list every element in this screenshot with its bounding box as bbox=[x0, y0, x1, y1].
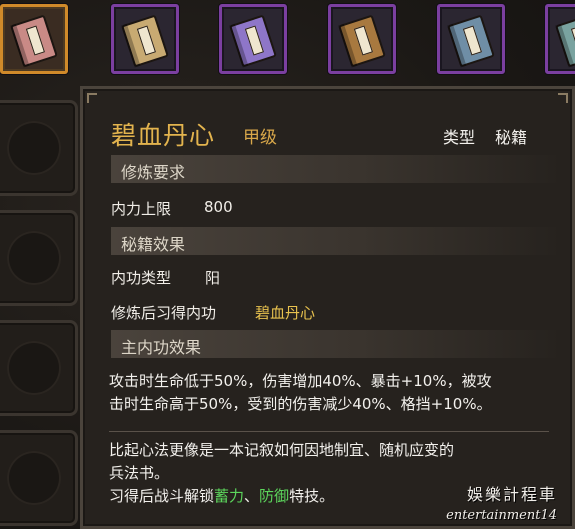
item-type-label: 类型 bbox=[443, 128, 476, 147]
empty-slot-circle bbox=[7, 451, 61, 505]
skill-charge: 蓄力 bbox=[214, 487, 245, 505]
item-title: 碧血丹心 bbox=[111, 121, 216, 150]
watermark-chinese: 娛樂計程車 bbox=[466, 485, 557, 504]
empty-slot-circle bbox=[7, 121, 61, 175]
kungfu-type-value: 阳 bbox=[205, 269, 221, 287]
skill-slot-2[interactable] bbox=[0, 210, 78, 306]
skill-defend: 防御 bbox=[259, 487, 290, 505]
corner-ornament bbox=[558, 93, 568, 103]
item-type-value: 秘籍 bbox=[495, 128, 528, 147]
kungfu-type-label: 内功类型 bbox=[111, 269, 172, 287]
description-line-3: 习得后战斗解锁蓄力、防御特技。 bbox=[109, 485, 334, 506]
inventory-slot-6[interactable] bbox=[545, 4, 575, 74]
item-grade: 甲级 bbox=[243, 128, 277, 148]
brown-manual-book-icon bbox=[338, 14, 386, 68]
blue-manual-book-icon bbox=[447, 14, 495, 68]
skill-slot-3[interactable] bbox=[0, 320, 78, 416]
tan-manual-book-icon bbox=[121, 14, 169, 68]
section-header-main-effect: 主内功效果 bbox=[111, 330, 563, 358]
inventory-slot-5[interactable] bbox=[437, 4, 505, 74]
section-title: 主内功效果 bbox=[121, 338, 202, 357]
description-prefix: 习得后战斗解锁 bbox=[109, 487, 215, 505]
watermark-english: entertainment14 bbox=[446, 508, 557, 523]
requirement-value: 800 bbox=[204, 198, 233, 216]
empty-slot-circle bbox=[7, 231, 61, 285]
skill-slot-1[interactable] bbox=[0, 100, 78, 196]
purple-manual-book-icon bbox=[229, 14, 277, 68]
section-title: 修炼要求 bbox=[121, 163, 186, 182]
description-separator: 、 bbox=[244, 487, 260, 505]
section-header-requirement: 修炼要求 bbox=[111, 155, 563, 183]
divider bbox=[109, 431, 549, 432]
empty-slot-circle bbox=[7, 341, 61, 395]
item-tooltip: 碧血丹心 甲级 类型 秘籍 修炼要求 内力上限 800 秘籍效果 内功类型 阳 … bbox=[80, 86, 575, 529]
description-line-2: 兵法书。 bbox=[109, 464, 170, 482]
description-suffix: 特技。 bbox=[289, 487, 335, 505]
learn-kungfu-value: 碧血丹心 bbox=[255, 304, 316, 322]
inventory-slot-2[interactable] bbox=[111, 4, 179, 74]
teal-manual-book-icon bbox=[555, 14, 575, 68]
inventory-slot-1[interactable] bbox=[0, 4, 68, 74]
section-title: 秘籍效果 bbox=[121, 235, 186, 254]
section-header-manual-effect: 秘籍效果 bbox=[111, 227, 563, 255]
pink-manual-book-icon bbox=[10, 14, 58, 68]
description-line-1: 比起心法更像是一本记叙如何因地制宜、随机应变的 bbox=[109, 441, 455, 459]
requirement-label: 内力上限 bbox=[111, 200, 172, 218]
game-screen: { "inventory": { "slots": [ {"icon": "pi… bbox=[0, 0, 575, 529]
learn-kungfu-label: 修炼后习得内功 bbox=[111, 304, 217, 322]
main-effect-line-2: 击时生命高于50%，受到的伤害减少40%、格挡+10%。 bbox=[109, 395, 492, 413]
inventory-slot-3[interactable] bbox=[219, 4, 287, 74]
corner-ornament bbox=[87, 93, 97, 103]
skill-slot-4[interactable] bbox=[0, 430, 78, 526]
inventory-slot-4[interactable] bbox=[328, 4, 396, 74]
main-effect-line-1: 攻击时生命低于50%，伤害增加40%、暴击+10%，被攻 bbox=[109, 372, 492, 390]
